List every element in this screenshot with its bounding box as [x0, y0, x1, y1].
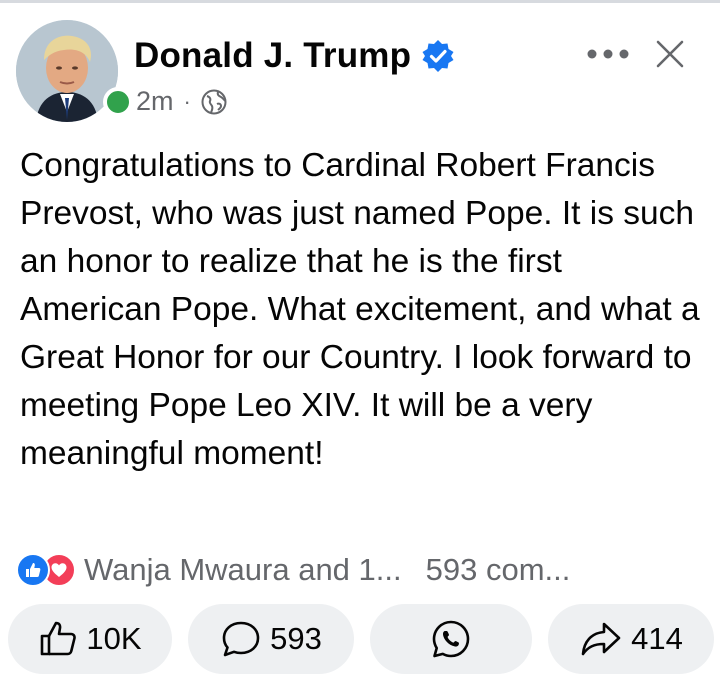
whatsapp-icon — [432, 620, 470, 658]
more-dots-icon — [587, 49, 629, 59]
meta-separator: · — [183, 88, 191, 114]
more-options-button[interactable] — [582, 36, 634, 72]
post-body-text: Congratulations to Cardinal Robert Franc… — [20, 147, 700, 472]
comments-count-link[interactable]: 593 com... — [426, 552, 571, 588]
post-actions-bar: 10K 593 414 — [8, 604, 714, 674]
share-arrow-icon — [581, 622, 621, 656]
author-name[interactable]: Donald J. Trump — [134, 36, 411, 76]
whatsapp-share-button[interactable] — [370, 604, 532, 674]
post-timestamp[interactable]: 2m — [136, 86, 174, 117]
share-button[interactable]: 414 — [548, 604, 714, 674]
comment-count: 593 — [270, 621, 322, 656]
online-status-dot — [103, 87, 133, 117]
like-button[interactable]: 10K — [8, 604, 172, 674]
avatar-portrait — [16, 20, 118, 122]
author-avatar[interactable] — [16, 20, 118, 122]
like-reaction-icon — [16, 553, 50, 587]
thumbs-up-icon — [41, 621, 77, 656]
comment-bubble-icon — [222, 621, 260, 657]
reactors-summary[interactable]: Wanja Mwaura and 1... — [84, 552, 402, 588]
comment-button[interactable]: 593 — [188, 604, 354, 674]
like-count: 10K — [86, 621, 142, 656]
engagement-stats: Wanja Mwaura and 1... 593 com... — [16, 548, 706, 592]
share-count: 414 — [631, 621, 683, 656]
verified-badge-icon — [422, 40, 454, 72]
close-icon[interactable] — [651, 35, 689, 73]
post-header: Donald J. Trump 2m · — [0, 0, 720, 130]
globe-icon — [201, 89, 227, 114]
reaction-icons[interactable] — [16, 553, 76, 587]
